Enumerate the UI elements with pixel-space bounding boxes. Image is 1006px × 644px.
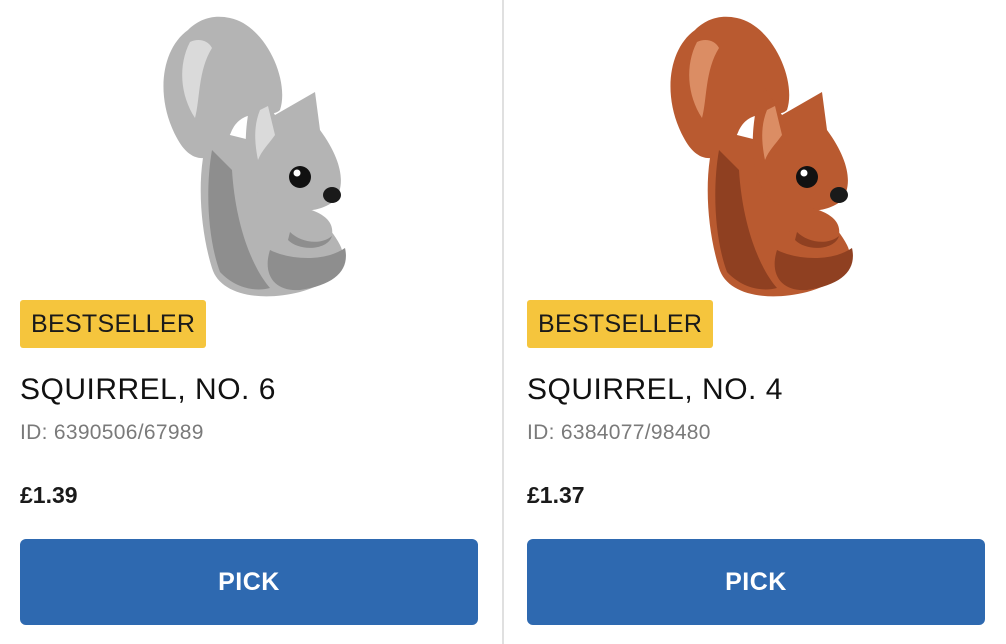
product-price: £1.37 bbox=[527, 482, 585, 508]
squirrel-icon bbox=[670, 16, 853, 297]
bestseller-badge: BESTSELLER bbox=[527, 300, 714, 348]
product-id: ID: 6384077/98480 bbox=[527, 421, 711, 444]
card-divider bbox=[502, 0, 504, 644]
product-image[interactable] bbox=[20, 0, 478, 300]
product-card: BESTSELLER SQUIRREL, NO. 6 ID: 6390506/6… bbox=[20, 0, 478, 644]
squirrel-icon bbox=[163, 16, 346, 297]
product-id: ID: 6390506/67989 bbox=[20, 421, 204, 444]
product-price: £1.39 bbox=[20, 482, 78, 508]
bestseller-badge: BESTSELLER bbox=[20, 300, 207, 348]
product-grid: BESTSELLER SQUIRREL, NO. 6 ID: 6390506/6… bbox=[0, 0, 1006, 644]
pick-button[interactable]: PICK bbox=[20, 539, 478, 625]
product-card: BESTSELLER SQUIRREL, NO. 4 ID: 6384077/9… bbox=[527, 0, 985, 644]
product-title[interactable]: SQUIRREL, NO. 4 bbox=[527, 368, 783, 412]
product-title[interactable]: SQUIRREL, NO. 6 bbox=[20, 368, 276, 412]
pick-button[interactable]: PICK bbox=[527, 539, 985, 625]
product-image[interactable] bbox=[527, 0, 985, 300]
